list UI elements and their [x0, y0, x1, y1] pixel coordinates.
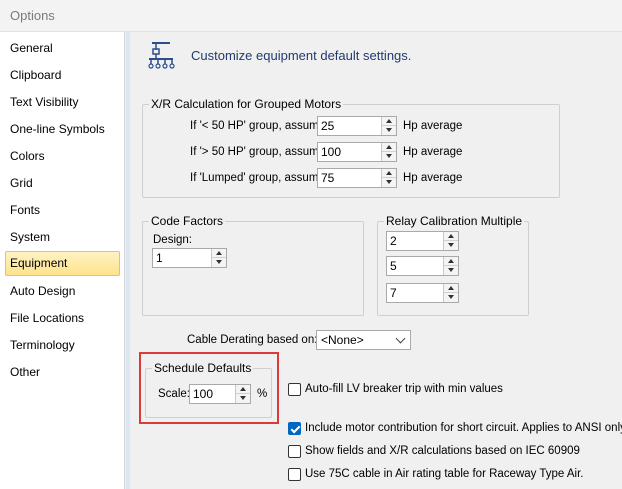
nav-item-general[interactable]: General — [5, 36, 120, 61]
spin-down-icon[interactable] — [382, 126, 396, 135]
iec-60909-checkbox[interactable] — [288, 445, 301, 458]
relay-multiple-3-stepper[interactable]: 7 — [386, 283, 459, 303]
spin-up-icon[interactable] — [382, 117, 396, 126]
iec-60909-label: Show fields and X/R calculations based o… — [305, 445, 580, 457]
spin-up-icon[interactable] — [382, 143, 396, 152]
auto-fill-breaker-checkbox[interactable] — [288, 383, 301, 396]
chevron-down-icon — [395, 333, 406, 344]
nav-item-equipment[interactable]: Equipment — [5, 251, 120, 276]
relay-multiple-1-value: 2 — [390, 234, 397, 248]
cable-derating-value: <None> — [321, 333, 364, 347]
window-title: Options — [10, 8, 55, 23]
spin-up-icon[interactable] — [382, 169, 396, 178]
nav-item-clipboard[interactable]: Clipboard — [5, 63, 120, 88]
xr-gt50-stepper[interactable]: 100 — [317, 142, 397, 162]
spin-down-icon[interactable] — [444, 266, 458, 275]
cable-derating-select[interactable]: <None> — [316, 330, 411, 350]
spin-down-icon[interactable] — [444, 293, 458, 302]
cable-75c-checkbox[interactable] — [288, 468, 301, 481]
nav-item-other[interactable]: Other — [5, 360, 120, 385]
relay-multiple-2-stepper[interactable]: 5 — [386, 256, 459, 276]
spin-up-icon[interactable] — [212, 249, 226, 258]
relay-multiple-2-value: 5 — [390, 259, 397, 273]
nav-item-fonts[interactable]: Fonts — [5, 198, 120, 223]
relay-multiple-3-value: 7 — [390, 286, 397, 300]
xr-lt50-stepper[interactable]: 25 — [317, 116, 397, 136]
nav-item-system[interactable]: System — [5, 225, 120, 250]
nav-item-file-locations[interactable]: File Locations — [5, 306, 120, 331]
xr-lumped-unit: Hp average — [403, 172, 463, 184]
xr-gt50-value: 100 — [321, 145, 342, 159]
xr-gt50-unit: Hp average — [403, 146, 463, 158]
nav-item-grid[interactable]: Grid — [5, 171, 120, 196]
xr-calculation-title: X/R Calculation for Grouped Motors — [149, 97, 344, 111]
relay-calibration-title: Relay Calibration Multiple — [384, 214, 525, 228]
xr-lt50-label: If '< 50 HP' group, assume — [190, 120, 326, 132]
nav-item-text-visibility[interactable]: Text Visibility — [5, 90, 120, 115]
cable-derating-label: Cable Derating based on: — [187, 334, 318, 346]
cable-75c-label: Use 75C cable in Air rating table for Ra… — [305, 468, 584, 480]
relay-multiple-1-stepper[interactable]: 2 — [386, 231, 459, 251]
include-motor-contribution-label: Include motor contribution for short cir… — [305, 422, 622, 434]
spin-down-icon[interactable] — [444, 241, 458, 250]
design-label: Design: — [153, 234, 192, 246]
xr-gt50-label: If '> 50 HP' group, assume — [190, 146, 326, 158]
spin-down-icon[interactable] — [382, 178, 396, 187]
xr-lumped-value: 75 — [321, 171, 335, 185]
options-nav: General Clipboard Text Visibility One-li… — [0, 32, 125, 489]
xr-lumped-stepper[interactable]: 75 — [317, 168, 397, 188]
spin-up-icon[interactable] — [444, 232, 458, 241]
design-stepper[interactable]: 1 — [152, 248, 227, 268]
xr-lt50-value: 25 — [321, 119, 335, 133]
code-factors-title: Code Factors — [149, 214, 226, 228]
nav-item-auto-design[interactable]: Auto Design — [5, 279, 120, 304]
nav-item-terminology[interactable]: Terminology — [5, 333, 120, 358]
spin-up-icon[interactable] — [444, 284, 458, 293]
nav-item-colors[interactable]: Colors — [5, 144, 120, 169]
spin-down-icon[interactable] — [382, 152, 396, 161]
xr-lumped-label: If 'Lumped' group, assume — [190, 172, 325, 184]
spin-up-icon[interactable] — [444, 257, 458, 266]
nav-item-one-line-symbols[interactable]: One-line Symbols — [5, 117, 120, 142]
auto-fill-breaker-label: Auto-fill LV breaker trip with min value… — [305, 383, 503, 395]
include-motor-contribution-checkbox[interactable] — [288, 422, 301, 435]
title-bar: Options — [0, 0, 622, 32]
equipment-tree-icon — [148, 42, 175, 69]
xr-lt50-unit: Hp average — [403, 120, 463, 132]
header-text: Customize equipment default settings. — [191, 48, 412, 63]
panel-accent — [126, 32, 130, 489]
spin-down-icon[interactable] — [212, 258, 226, 267]
schedule-defaults-highlight — [139, 352, 279, 424]
design-value: 1 — [156, 251, 163, 265]
